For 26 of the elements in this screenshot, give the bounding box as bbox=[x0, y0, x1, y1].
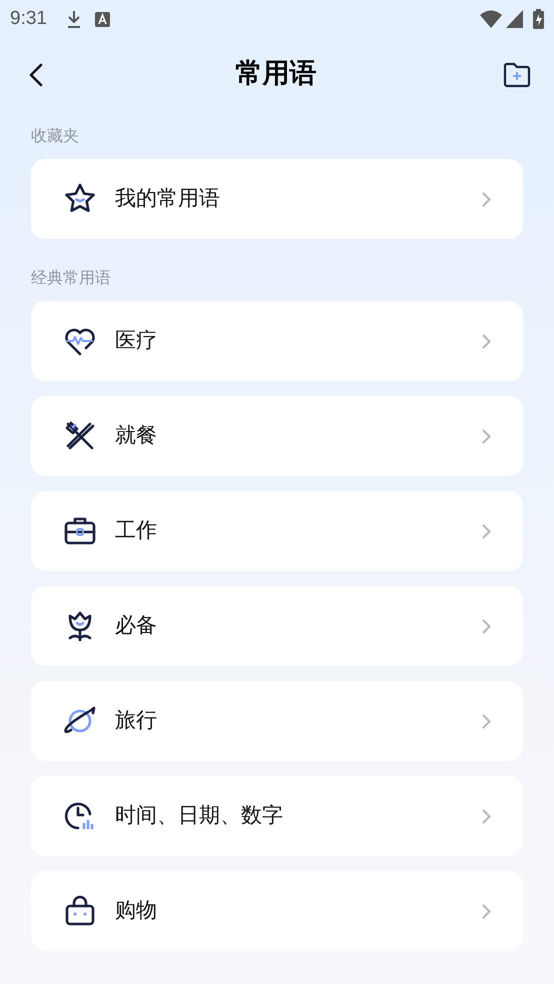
section-title: 经典常用语 bbox=[31, 268, 112, 288]
chevron-icon bbox=[482, 808, 491, 824]
app-badge-icon bbox=[94, 12, 110, 26]
chevron-icon bbox=[482, 192, 491, 206]
category-card[interactable]: 时间、日期、数字 bbox=[31, 776, 523, 856]
category-card[interactable]: 医疗 bbox=[31, 301, 523, 381]
category-card[interactable]: 工作 bbox=[31, 491, 523, 571]
signal-icon bbox=[506, 10, 523, 28]
chevron-icon bbox=[482, 618, 491, 634]
category-card[interactable]: 我的常用语 bbox=[31, 159, 523, 239]
wifi-icon bbox=[480, 10, 502, 28]
new-folder-button[interactable] bbox=[502, 60, 532, 90]
category-card[interactable]: 就餐 bbox=[31, 396, 523, 476]
page-title: 常用语 bbox=[236, 56, 316, 90]
chevron-icon bbox=[482, 428, 491, 444]
battery-icon bbox=[533, 9, 544, 29]
chevron-icon bbox=[482, 904, 491, 918]
section-title: 收藏夹 bbox=[31, 126, 80, 146]
chevron-icon bbox=[482, 524, 491, 538]
chevron-icon bbox=[482, 714, 491, 728]
status-time: 9:31 bbox=[10, 6, 47, 31]
chevron-icon bbox=[482, 334, 491, 348]
category-card[interactable]: 必备 bbox=[31, 586, 523, 666]
category-card[interactable]: 购物 bbox=[31, 871, 523, 951]
download-icon bbox=[66, 10, 81, 28]
category-card[interactable]: 旅行 bbox=[31, 681, 523, 761]
